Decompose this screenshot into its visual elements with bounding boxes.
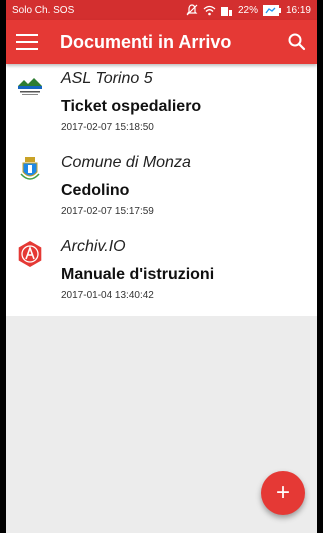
sender-name: Archiv.IO [61,238,126,255]
plus-icon: + [275,479,290,506]
status-icons: 22% 16:19 [186,4,311,16]
phone-screen: Solo Ch. SOS 22% 16:19 Documenti in Arri… [6,0,317,533]
monza-crest-icon [20,157,40,180]
hamburger-menu-icon[interactable] [16,34,38,50]
add-document-button[interactable]: + [261,471,305,515]
wifi-icon [203,5,216,15]
signal-icon [220,6,232,16]
list-item[interactable]: Archiv.IO Manuale d'istruzioni 2017-01-0… [6,232,317,316]
app-toolbar: Documenti in Arrivo [6,20,317,64]
list-item[interactable]: Comune di Monza Cedolino 2017-02-07 15:1… [6,148,317,232]
document-title: Ticket ospedaliero [61,98,202,115]
status-bar: Solo Ch. SOS 22% 16:19 [6,0,317,20]
document-list: ASL Torino 5 Ticket ospedaliero 2017-02-… [6,64,317,316]
search-icon[interactable] [287,32,307,52]
bell-off-icon [186,4,198,16]
document-title: Manuale d'istruzioni [61,266,215,283]
archivio-logo-icon [18,241,42,267]
list-item[interactable]: ASL Torino 5 Ticket ospedaliero 2017-02-… [6,64,317,148]
asl-logo-icon [18,78,42,95]
battery-icon [262,4,281,16]
clock: 16:19 [285,4,311,16]
document-date: 2017-02-07 15:17:59 [61,206,154,217]
sender-name: ASL Torino 5 [61,70,153,87]
sender-name: Comune di Monza [61,154,191,171]
battery-percent: 22% [237,4,258,16]
document-date: 2017-02-07 15:18:50 [61,122,154,133]
carrier-label: Solo Ch. SOS [12,4,75,16]
document-title: Cedolino [61,182,130,199]
page-title: Documenti in Arrivo [60,31,232,52]
document-date: 2017-01-04 13:40:42 [61,290,154,301]
